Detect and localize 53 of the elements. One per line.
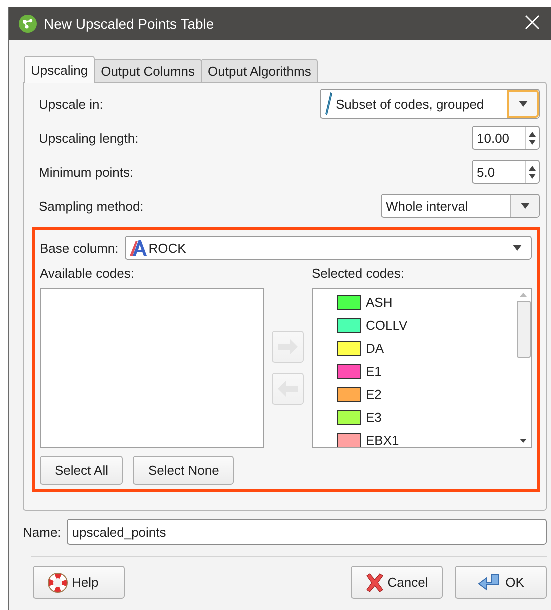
code-name: E3 xyxy=(366,410,382,425)
spin-value: 5.0 xyxy=(477,164,496,180)
dropdown-value: ROCK xyxy=(148,240,186,256)
code-name: DA xyxy=(366,341,384,356)
dropdown-arrow-icon xyxy=(512,245,522,251)
dropdown[interactable]: Subset of codes, grouped xyxy=(320,89,540,119)
name-field[interactable]: upscaled_points xyxy=(67,519,547,545)
help-button[interactable]: Help xyxy=(33,566,125,599)
tab[interactable]: Upscaling xyxy=(24,56,96,83)
scroll-down-arrow-icon[interactable] xyxy=(520,439,527,443)
cross-icon xyxy=(366,572,384,592)
spin-value: 10.00 xyxy=(477,130,510,146)
select-button[interactable]: Select None xyxy=(133,456,234,485)
tab[interactable]: Output Columns xyxy=(94,59,202,82)
spin-box[interactable]: 5.0 xyxy=(472,160,540,184)
down-arrow-icon xyxy=(529,140,536,144)
code-name: EBX1 xyxy=(366,433,400,447)
field-label: Minimum points: xyxy=(39,164,134,180)
spin-box[interactable]: 10.00 xyxy=(472,126,540,150)
field-label: Base column: xyxy=(40,240,119,256)
up-arrow-icon xyxy=(529,132,536,136)
code-name: COLLV xyxy=(366,318,408,333)
up-arrow-icon xyxy=(529,166,536,170)
dropdown[interactable]: Whole interval xyxy=(381,194,540,218)
tab[interactable]: Output Algorithms xyxy=(201,59,318,82)
close-icon[interactable] xyxy=(525,15,540,30)
code-name: E1 xyxy=(366,364,382,379)
select-button[interactable]: Select All xyxy=(40,456,124,485)
dropdown[interactable]: ROCK xyxy=(124,236,532,260)
field-label: Name: xyxy=(23,524,62,540)
list-label: Selected codes: xyxy=(312,266,406,282)
letter-column-icon xyxy=(128,239,147,257)
pencil-icon xyxy=(325,92,333,116)
selected-codes-list[interactable]: ASH COLLV DA E1 E2 E3 EBX1 xyxy=(312,288,532,448)
list-label: Available codes: xyxy=(40,266,136,282)
dropdown-arrow-icon xyxy=(518,101,528,107)
code-name: ASH xyxy=(366,295,393,310)
enter-arrow-icon xyxy=(478,574,502,592)
field-label: Upscale in: xyxy=(39,96,104,112)
field-label: Upscaling length: xyxy=(39,130,139,146)
cancel-button[interactable]: Cancel xyxy=(351,566,443,599)
field-label: Sampling method: xyxy=(39,198,144,214)
available-codes-list[interactable] xyxy=(40,288,264,448)
down-arrow-icon xyxy=(529,174,536,178)
window-title: New Upscaled Points Table xyxy=(44,16,214,32)
app-logo-icon xyxy=(19,14,37,32)
dropdown-arrow-icon xyxy=(520,203,530,209)
dropdown-value: Whole interval xyxy=(386,198,468,214)
scroll-up-arrow-icon[interactable] xyxy=(520,293,527,297)
ok-button[interactable]: OK xyxy=(455,566,547,599)
life-ring-icon xyxy=(48,572,68,592)
dropdown-value: Subset of codes, grouped xyxy=(336,96,484,112)
code-name: E2 xyxy=(366,387,382,402)
